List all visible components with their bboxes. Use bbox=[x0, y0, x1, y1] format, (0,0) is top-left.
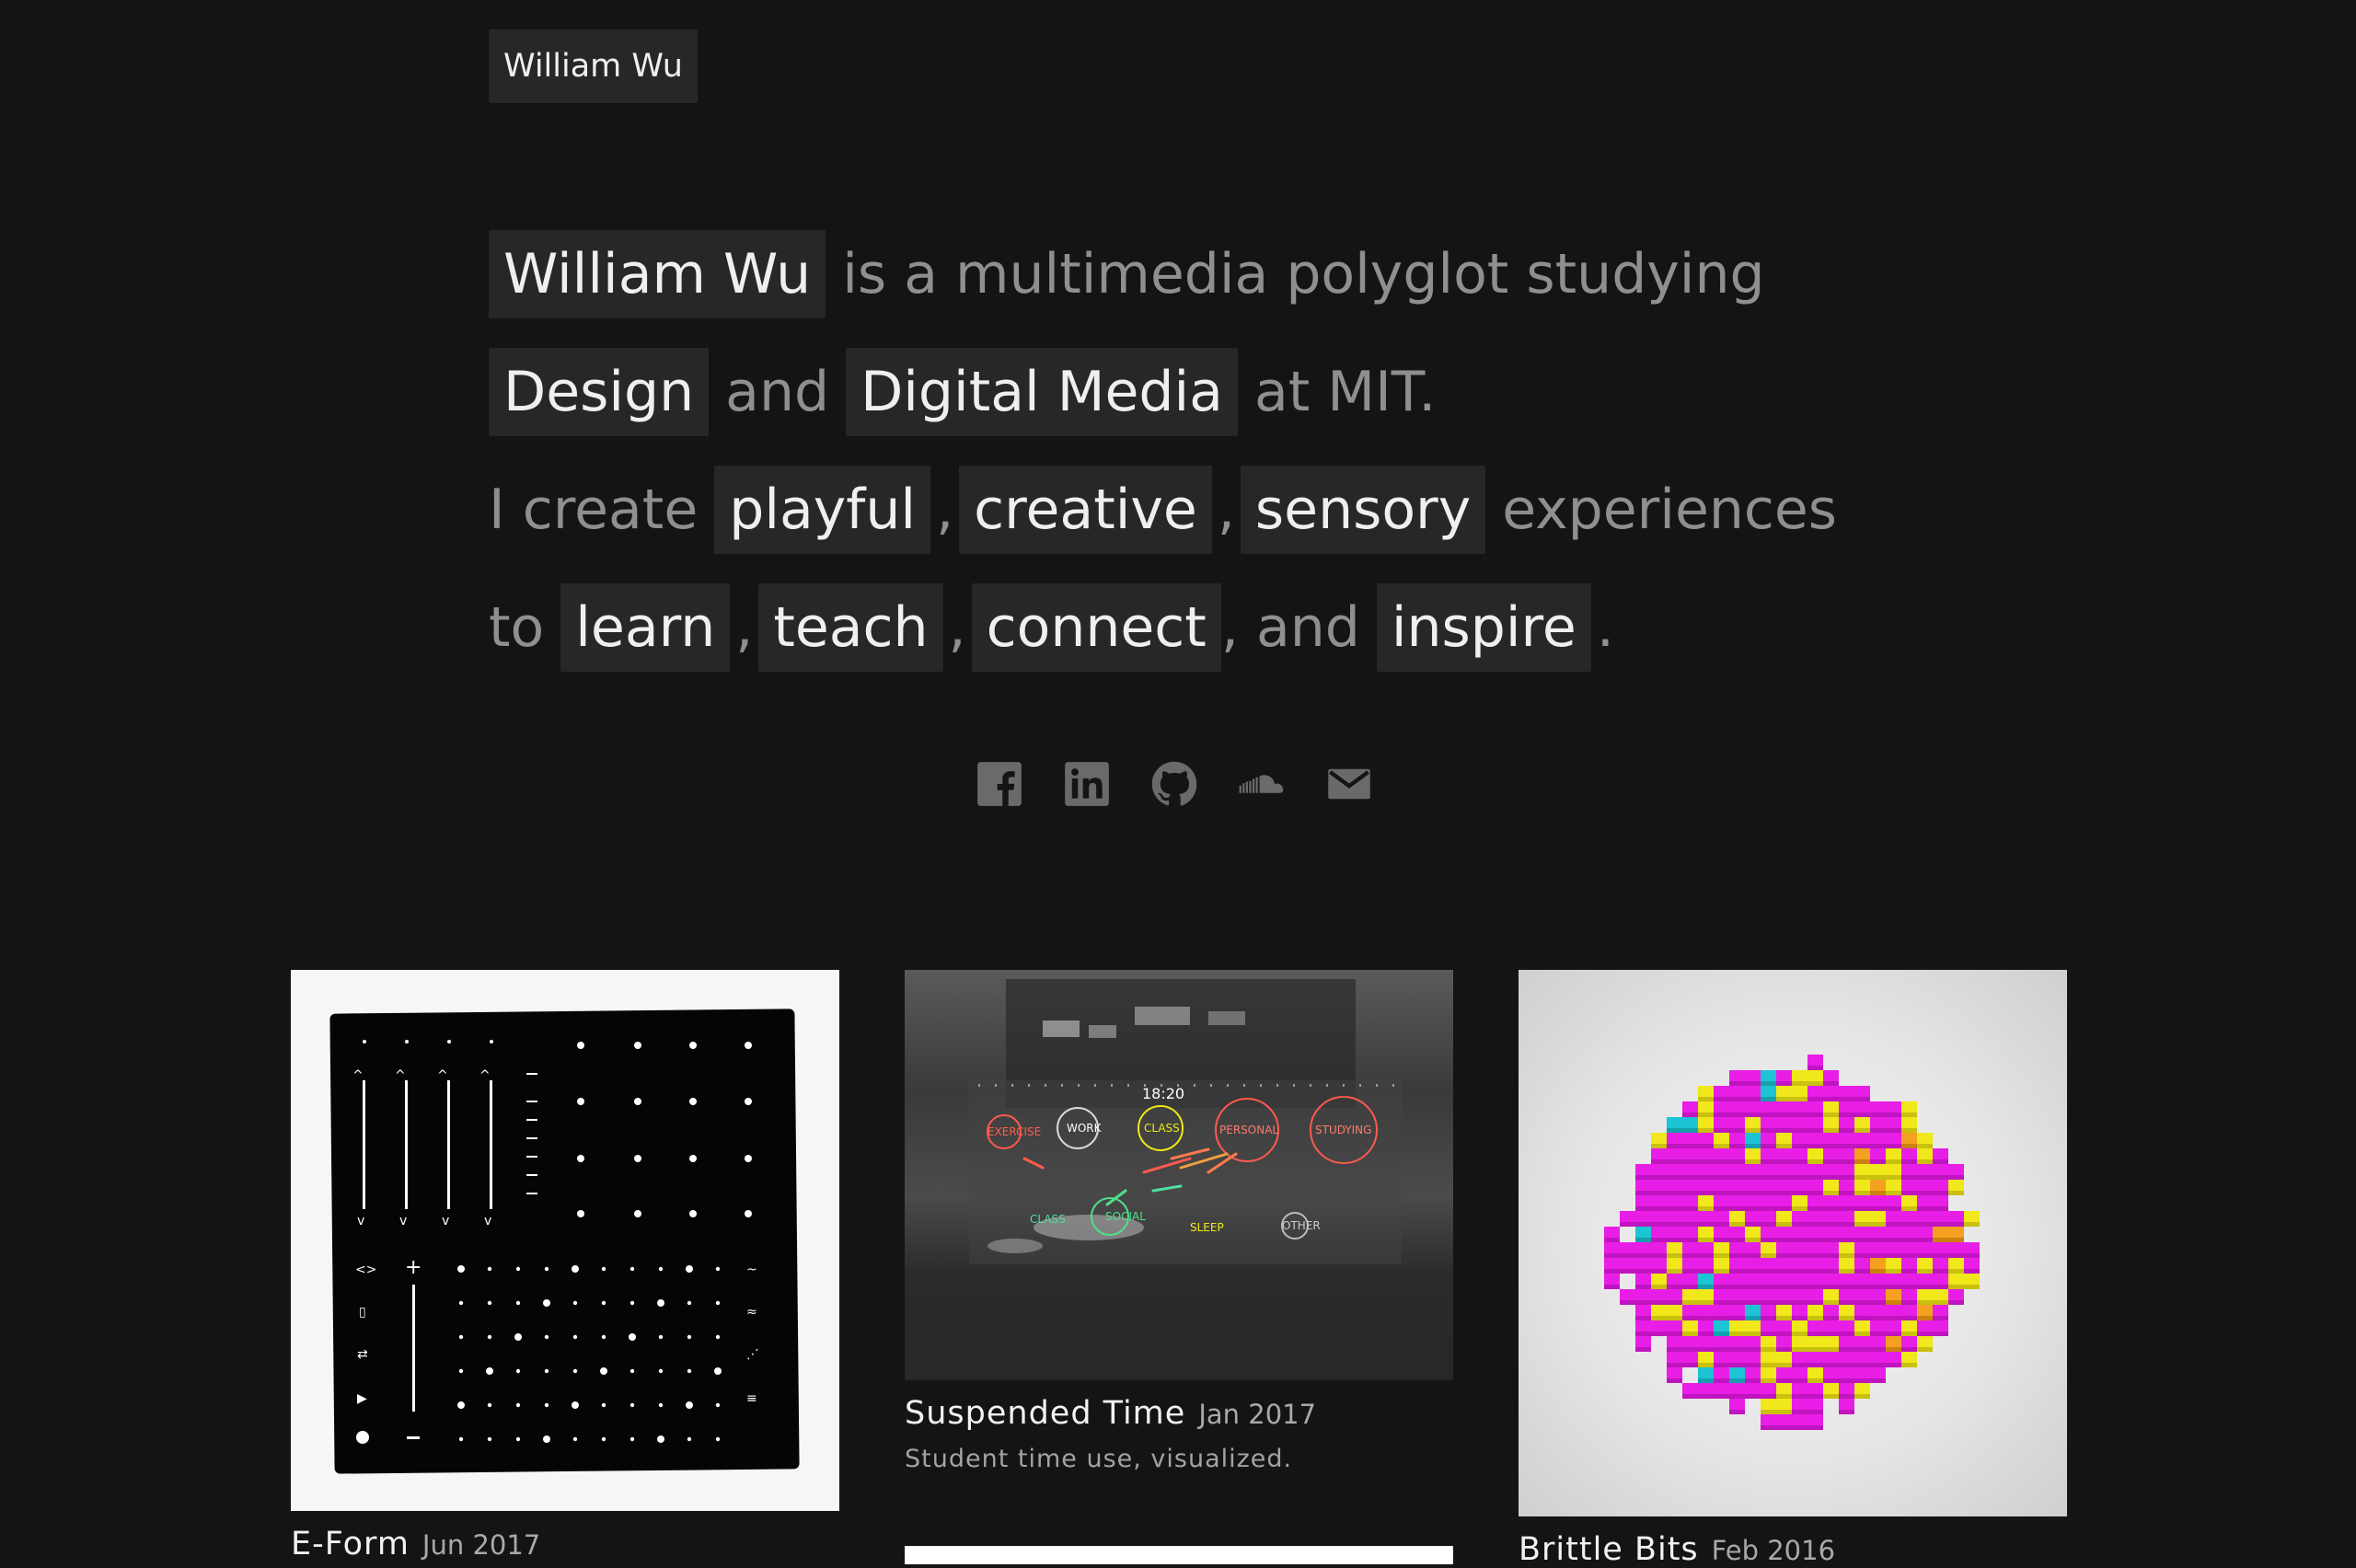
intro-text: experiences bbox=[1502, 478, 1838, 542]
project-card-brittle-bits[interactable]: Brittle Bits Feb 2016 bbox=[1519, 970, 2067, 1568]
intro-line-3: I create playful, creative, sensory experien… bbox=[489, 466, 1961, 554]
next-project-thumbnail[interactable] bbox=[905, 1546, 1453, 1564]
suspended-time-thumbnail[interactable]: EXERCISE WORK 18:20 CLASS PERSONAL STUDY… bbox=[905, 970, 1453, 1380]
svg-text:≈: ≈ bbox=[746, 1305, 757, 1320]
svg-text:v: v bbox=[357, 1214, 364, 1228]
project-title[interactable]: Brittle Bits bbox=[1519, 1531, 1699, 1568]
brittle-bits-thumbnail[interactable] bbox=[1519, 970, 2067, 1516]
project-title[interactable]: Suspended Time bbox=[905, 1395, 1185, 1432]
svg-text:+: + bbox=[405, 1256, 422, 1279]
intro-text: , and bbox=[1220, 595, 1360, 660]
svg-text:^: ^ bbox=[352, 1068, 364, 1083]
svg-text:^: ^ bbox=[479, 1068, 491, 1083]
svg-text:^: ^ bbox=[395, 1068, 406, 1083]
svg-text:▯: ▯ bbox=[359, 1305, 366, 1320]
intro-line-4: to learn, teach, connect, and inspire. bbox=[489, 583, 1961, 672]
project-date: Jan 2017 bbox=[1198, 1399, 1317, 1430]
email-icon[interactable] bbox=[1325, 760, 1373, 808]
facebook-icon[interactable] bbox=[976, 760, 1023, 808]
project-title[interactable]: E-Form bbox=[291, 1526, 410, 1562]
svg-text:⋰: ⋰ bbox=[746, 1347, 759, 1362]
learn-link[interactable]: learn bbox=[560, 583, 731, 672]
comma: , bbox=[948, 595, 966, 660]
svg-text:^: ^ bbox=[437, 1068, 448, 1083]
project-date: Feb 2016 bbox=[1711, 1535, 1836, 1566]
overlay-label: CLASS bbox=[1030, 1213, 1066, 1226]
inspire-link[interactable]: inspire bbox=[1376, 583, 1591, 672]
intro-text: and bbox=[725, 360, 830, 424]
overlay-label: STUDYING bbox=[1315, 1124, 1371, 1136]
name-highlight[interactable]: William Wu bbox=[489, 230, 826, 318]
playful-link[interactable]: playful bbox=[714, 466, 931, 554]
svg-text:v: v bbox=[484, 1214, 491, 1228]
suspended-time-title-row: Suspended Time Jan 2017 bbox=[905, 1395, 1453, 1432]
project-card-eform[interactable]: ^ ^ ^ ^ v v v v <> + ▯ ⇄ ▶ ~ ≈ ⋰ ≡ E-Form Jun 2017 bbox=[291, 970, 839, 1562]
svg-text:v: v bbox=[399, 1214, 407, 1228]
overlay-time: 18:20 bbox=[1142, 1085, 1184, 1102]
comma: , bbox=[1217, 478, 1235, 542]
suspended-time-image: EXERCISE WORK 18:20 CLASS PERSONAL STUDY… bbox=[905, 979, 1453, 1380]
svg-text:≡: ≡ bbox=[746, 1391, 757, 1406]
overlay-label: WORK bbox=[1067, 1122, 1103, 1135]
overlay-label: CLASS bbox=[1144, 1122, 1180, 1135]
overlay-label: OTHER bbox=[1282, 1219, 1321, 1232]
intro-text: at MIT. bbox=[1253, 360, 1437, 424]
intro-text: is a multimedia polyglot studying bbox=[842, 242, 1765, 306]
eform-title-row: E-Form Jun 2017 bbox=[291, 1526, 839, 1562]
overlay-label: EXERCISE bbox=[987, 1125, 1041, 1138]
svg-text:▶: ▶ bbox=[357, 1391, 367, 1406]
eform-device-image: ^ ^ ^ ^ v v v v <> + ▯ ⇄ ▶ ~ ≈ ⋰ ≡ bbox=[329, 1009, 800, 1474]
design-link[interactable]: Design bbox=[489, 348, 710, 436]
intro-statement: William Wu is a multimedia polyglot study… bbox=[489, 230, 1961, 701]
project-date: Jun 2017 bbox=[422, 1529, 541, 1561]
project-card-suspended-time[interactable]: EXERCISE WORK 18:20 CLASS PERSONAL STUDY… bbox=[905, 970, 1453, 1473]
project-description: Student time use, visualized. bbox=[905, 1445, 1293, 1473]
social-links bbox=[976, 756, 1373, 812]
svg-text:v: v bbox=[442, 1214, 449, 1228]
brittle-bits-image bbox=[1604, 1055, 1980, 1430]
period: . bbox=[1596, 595, 1614, 660]
intro-line-2: Design and Digital Media at MIT. bbox=[489, 348, 1961, 436]
intro-text: I create bbox=[489, 478, 699, 542]
svg-text:~: ~ bbox=[746, 1262, 757, 1277]
intro-line-1: William Wu is a multimedia polyglot study… bbox=[489, 230, 1961, 318]
github-icon[interactable] bbox=[1150, 760, 1198, 808]
intro-text: to bbox=[489, 595, 545, 660]
svg-text:<>: <> bbox=[355, 1262, 376, 1277]
soundcloud-icon[interactable] bbox=[1238, 760, 1286, 808]
overlay-label: PERSONAL bbox=[1219, 1124, 1278, 1136]
teach-link[interactable]: teach bbox=[758, 583, 943, 672]
site-name-link[interactable]: William Wu bbox=[489, 29, 698, 103]
linkedin-icon[interactable] bbox=[1063, 760, 1111, 808]
overlay-label: SLEEP bbox=[1190, 1221, 1224, 1234]
sensory-link[interactable]: sensory bbox=[1240, 466, 1486, 554]
eform-thumbnail[interactable]: ^ ^ ^ ^ v v v v <> + ▯ ⇄ ▶ ~ ≈ ⋰ ≡ bbox=[291, 970, 839, 1511]
connect-link[interactable]: connect bbox=[971, 583, 1221, 672]
creative-link[interactable]: creative bbox=[959, 466, 1212, 554]
comma: , bbox=[936, 478, 954, 542]
svg-text:⇄: ⇄ bbox=[357, 1347, 368, 1362]
overlay-label: SOCIAL bbox=[1105, 1210, 1146, 1223]
digital-media-link[interactable]: Digital Media bbox=[846, 348, 1238, 436]
comma: , bbox=[735, 595, 754, 660]
brittle-bits-title-row: Brittle Bits Feb 2016 bbox=[1519, 1531, 2067, 1568]
